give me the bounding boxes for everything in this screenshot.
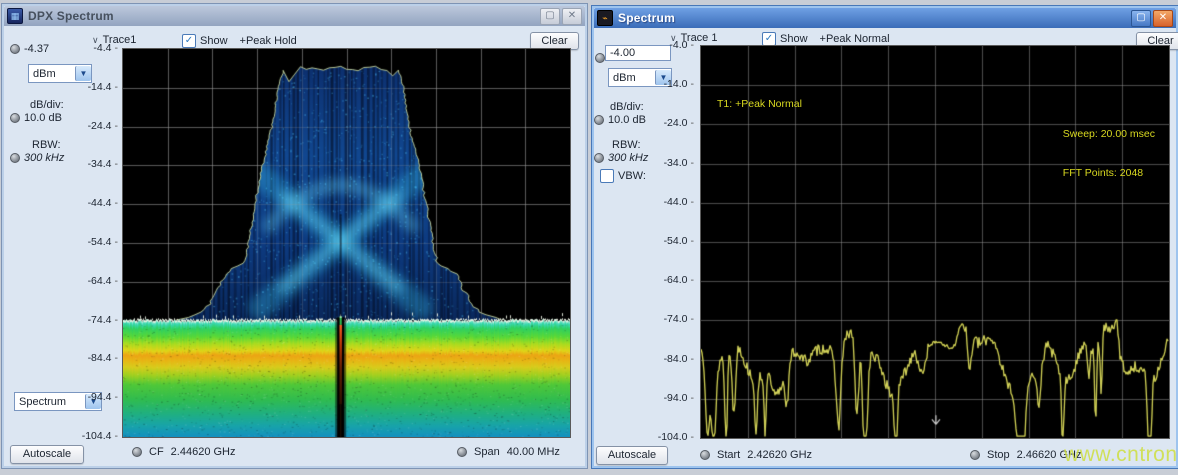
dpx-display[interactable] bbox=[123, 49, 570, 437]
y-tick-label: -24.4 bbox=[88, 120, 118, 132]
spectrum-titlebar[interactable]: ⌁ Spectrum ▢ ✕ bbox=[594, 8, 1176, 28]
y-tick-label: -34.0 bbox=[664, 157, 694, 169]
span-value: 40.00 MHz bbox=[507, 446, 560, 458]
show-checkbox[interactable]: ✓ bbox=[182, 34, 196, 48]
spectrum-window: ⌁ Spectrum ▢ ✕ ∨ Trace 1 ✓ Show +Peak No… bbox=[591, 5, 1178, 469]
sweep-text: Sweep: 20.00 msec bbox=[1063, 128, 1155, 141]
db-div-group: 10.0 dB bbox=[10, 112, 62, 124]
cf-value: 2.44620 GHz bbox=[171, 446, 236, 458]
show-checkbox-group: ✓ Show +Peak Normal bbox=[762, 32, 890, 46]
maximize-button[interactable]: ▢ bbox=[1131, 10, 1151, 27]
knob-icon[interactable] bbox=[700, 450, 710, 460]
y-tick-label: -84.4 bbox=[88, 352, 118, 364]
close-button[interactable]: ✕ bbox=[562, 8, 582, 25]
show-label: Show bbox=[780, 33, 808, 45]
y-tick-label: -4.0 bbox=[669, 39, 694, 51]
span-label: Span bbox=[474, 446, 500, 458]
y-tick-label: -94.4 bbox=[88, 391, 118, 403]
spectrum-y-axis: -4.0-14.0-24.0-34.0-44.0-54.0-64.0-74.0-… bbox=[634, 45, 694, 437]
start-label: Start bbox=[717, 449, 740, 461]
desktop: ▦ DPX Spectrum ▢ ✕ ∨ Trace1 ✓ Show +Peak… bbox=[0, 0, 1178, 475]
dpx-y-axis: -4.4-14.4-24.4-34.4-44.4-54.4-64.4-74.4-… bbox=[60, 48, 118, 436]
spectrum-window-icon: ⌁ bbox=[597, 10, 613, 26]
rbw-group: 300 kHz bbox=[10, 152, 64, 164]
y-tick-label: -44.4 bbox=[88, 197, 118, 209]
knob-icon[interactable] bbox=[594, 115, 604, 125]
cf-label: CF bbox=[149, 446, 164, 458]
knob-icon[interactable] bbox=[457, 447, 467, 457]
stop-label: Stop bbox=[987, 449, 1010, 461]
y-tick-label: -44.0 bbox=[664, 196, 694, 208]
show-checkbox-group: ✓ Show +Peak Hold bbox=[182, 34, 297, 48]
y-tick-label: -74.4 bbox=[88, 314, 118, 326]
sweep-annotation: Sweep: 20.00 msec FFT Points: 2048 bbox=[1063, 102, 1155, 206]
fft-points-text: FFT Points: 2048 bbox=[1063, 167, 1155, 180]
y-tick-label: -14.0 bbox=[664, 78, 694, 90]
start-readout: Start 2.42620 GHz bbox=[700, 449, 812, 461]
y-tick-label: -64.4 bbox=[88, 275, 118, 287]
y-tick-label: -64.0 bbox=[664, 274, 694, 286]
watermark: www.cntronics.com bbox=[1064, 443, 1178, 467]
y-tick-label: -24.0 bbox=[664, 117, 694, 129]
rbw-label: RBW: bbox=[32, 139, 61, 151]
ref-level-value: -4.37 bbox=[24, 43, 49, 55]
db-div-value: 10.0 dB bbox=[24, 112, 62, 124]
y-tick-label: -74.0 bbox=[664, 313, 694, 325]
knob-icon[interactable] bbox=[594, 153, 604, 163]
span-readout: Span 40.00 MHz bbox=[457, 446, 560, 458]
knob-icon[interactable] bbox=[10, 153, 20, 163]
y-tick-label: -104.0 bbox=[658, 431, 694, 443]
y-tick-label: -4.4 bbox=[93, 42, 118, 54]
spectrum-plot-area[interactable]: T1: +Peak Normal Sweep: 20.00 msec FFT P… bbox=[700, 45, 1170, 439]
y-tick-label: -94.0 bbox=[664, 392, 694, 404]
rbw-value: 300 kHz bbox=[24, 152, 64, 164]
knob-icon[interactable] bbox=[970, 450, 980, 460]
y-tick-label: -54.0 bbox=[664, 235, 694, 247]
window-title: DPX Spectrum bbox=[28, 9, 114, 23]
close-button[interactable]: ✕ bbox=[1153, 10, 1173, 27]
dpx-titlebar[interactable]: ▦ DPX Spectrum ▢ ✕ bbox=[4, 6, 585, 26]
detector-label: +Peak Hold bbox=[240, 35, 297, 47]
trace-annotation: T1: +Peak Normal bbox=[717, 98, 802, 111]
y-tick-label: -14.4 bbox=[88, 81, 118, 93]
window-title: Spectrum bbox=[618, 11, 675, 25]
dpx-window-icon: ▦ bbox=[7, 8, 23, 24]
dpx-spectrum-window: ▦ DPX Spectrum ▢ ✕ ∨ Trace1 ✓ Show +Peak… bbox=[1, 3, 588, 469]
dpx-plot-area[interactable] bbox=[122, 48, 571, 438]
y-tick-label: -54.4 bbox=[88, 236, 118, 248]
maximize-button[interactable]: ▢ bbox=[540, 8, 560, 25]
y-tick-label: -84.0 bbox=[664, 353, 694, 365]
knob-icon[interactable] bbox=[10, 113, 20, 123]
show-label: Show bbox=[200, 35, 228, 47]
y-tick-label: -34.4 bbox=[88, 158, 118, 170]
show-checkbox[interactable]: ✓ bbox=[762, 32, 776, 46]
autoscale-button[interactable]: Autoscale bbox=[10, 445, 84, 464]
autoscale-button[interactable]: Autoscale bbox=[596, 446, 668, 465]
vbw-checkbox[interactable]: ✓ bbox=[600, 169, 614, 183]
detector-label: +Peak Normal bbox=[820, 33, 890, 45]
ref-level-group: -4.37 bbox=[10, 43, 49, 55]
cf-readout: CF 2.44620 GHz bbox=[132, 446, 236, 458]
knob-icon[interactable] bbox=[132, 447, 142, 457]
knob-icon[interactable] bbox=[595, 53, 605, 63]
y-tick-label: -104.4 bbox=[82, 430, 118, 442]
start-value: 2.42620 GHz bbox=[747, 449, 812, 461]
knob-icon[interactable] bbox=[10, 44, 20, 54]
db-div-label: dB/div: bbox=[30, 99, 64, 111]
